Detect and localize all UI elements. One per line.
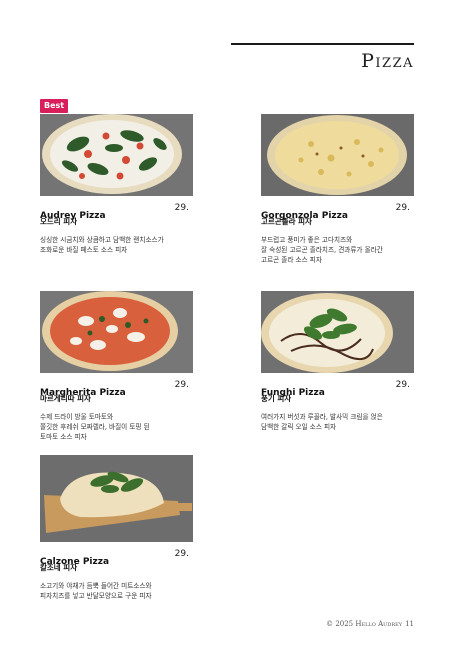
pizza-description: 부드럽고 풍미가 좋은 고다치즈와 잘 숙성된 고르곤 졸라치즈, 견과류가 올… [261,235,414,265]
description-line: 고르곤 졸라 소스 피자 [261,256,322,264]
pizza-price: 29. [395,203,410,213]
description-line: 토마토 소스 피자 [40,433,87,441]
pizza-name: Margherita Pizza [40,388,126,398]
description-line: 담백한 갈릭 오일 소스 피자 [261,423,337,431]
pizza-name: Audrey Pizza [40,211,106,221]
pizza-name: Calzone Pizza [40,557,110,567]
description-line: 여러가지 버섯과 루꼴라, 발사믹 크림을 얹은 [261,413,383,421]
menu-item-audrey: Audrey Pizza 29. 오드리 피자 싱싱한 시금치와 상큼하고 담백… [40,114,193,255]
page-title: Pizza [361,50,414,72]
pizza-price: 29. [395,380,410,390]
description-line: 소고기와 야채가 듬뿍 들어간 미트소스와 [40,582,152,590]
description-line: 싱싱한 시금치와 상큼하고 담백한 랜치소스가 [40,236,164,244]
description-line: 수제 드라이 방울 토마토와 [40,413,114,421]
pizza-description: 소고기와 야채가 듬뿍 들어간 미트소스와 피자치즈를 넣고 반달모양으로 구운… [40,581,193,601]
description-line: 부드럽고 풍미가 좋은 고다치즈와 [261,236,353,244]
description-line: 쫄깃한 후레쉬 모짜렐라, 바질이 토핑 된 [40,423,150,431]
pizza-price: 29. [174,203,189,213]
menu-item-calzone: Calzone Pizza 29. 칼조네 피자 소고기와 야채가 듬뿍 들어간… [40,455,193,601]
pizza-photo [261,291,414,373]
page-footer: © 2025 Hello Audrey 11 [326,620,414,628]
menu-item-funghi: Funghi Pizza 29. 풍기 피자 여러가지 버섯과 루꼴라, 발사믹… [261,291,414,432]
footer-copyright: © 2025 Hello Audrey [326,620,403,628]
pizza-photo [40,114,193,196]
pizza-photo [261,114,414,196]
description-line: 조화로운 바질 페스토 소스 피자 [40,246,128,254]
pizza-photo [40,291,193,373]
header-rule [231,43,414,45]
pizza-name: Gorgonzola Pizza [261,211,348,221]
pizza-name: Funghi Pizza [261,388,325,398]
pizza-price: 29. [174,549,189,559]
menu-item-gorgonzola: Gorgonzola Pizza 29. 고르곤졸라 피자 부드럽고 풍미가 좋… [261,114,414,265]
best-badge: Best [40,99,69,113]
menu-item-margherita: Margherita Pizza 29. 마르게리따 피자 수제 드라이 방울 … [40,291,193,442]
pizza-description: 여러가지 버섯과 루꼴라, 발사믹 크림을 얹은 담백한 갈릭 오일 소스 피자 [261,412,414,432]
description-line: 잘 숙성된 고르곤 졸라치즈, 견과류가 올라간 [261,246,383,254]
page-number: 11 [405,620,414,628]
pizza-photo [40,455,193,542]
pizza-price: 29. [174,380,189,390]
description-line: 피자치즈를 넣고 반달모양으로 구운 피자 [40,592,152,600]
pizza-description: 싱싱한 시금치와 상큼하고 담백한 랜치소스가 조화로운 바질 페스토 소스 피… [40,235,193,255]
pizza-description: 수제 드라이 방울 토마토와 쫄깃한 후레쉬 모짜렐라, 바질이 토핑 된 토마… [40,412,193,442]
